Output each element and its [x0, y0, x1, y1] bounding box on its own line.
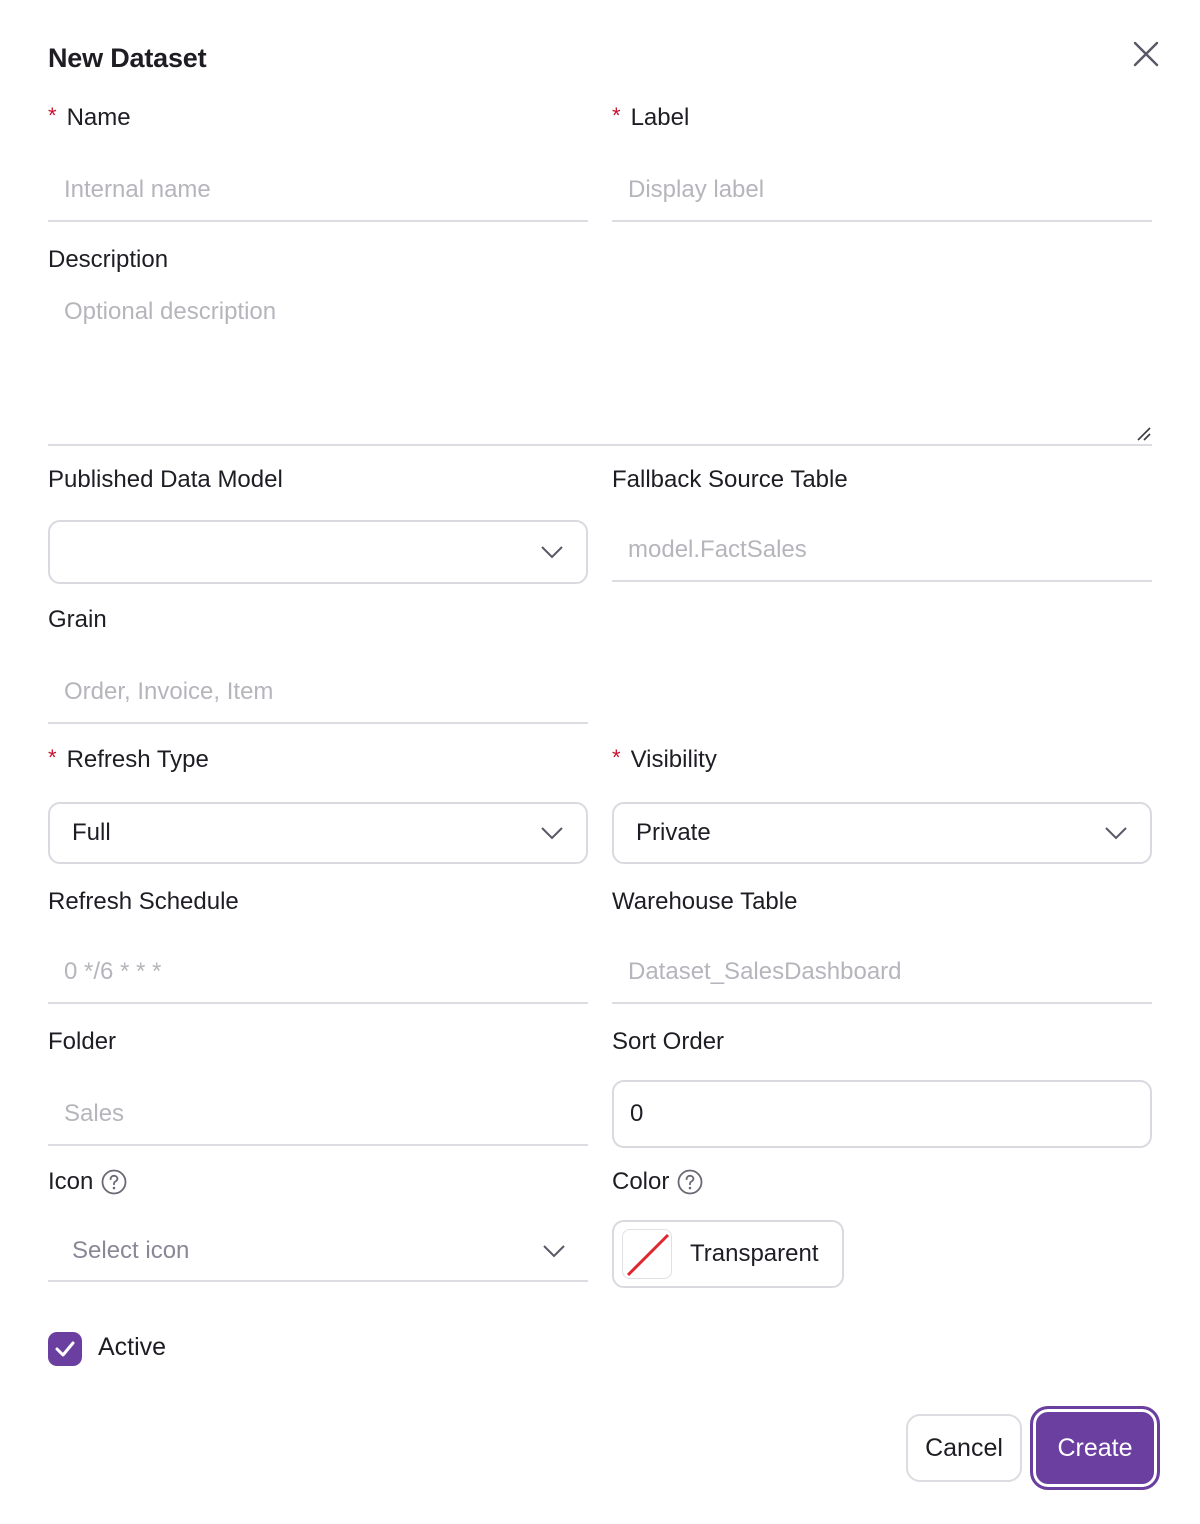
close-icon [1133, 41, 1159, 67]
grain-label: Grain [48, 606, 107, 633]
cancel-button[interactable]: Cancel [906, 1414, 1022, 1482]
sort-order-input[interactable]: 0 [612, 1080, 1152, 1148]
label-input[interactable] [612, 160, 1152, 222]
visibility-label-text: Visibility [630, 746, 717, 773]
name-field-label: * Name [48, 103, 131, 132]
published-data-model-label: Published Data Model [48, 466, 283, 493]
dialog-title: New Dataset [48, 43, 207, 73]
chevron-down-icon [541, 827, 563, 840]
refresh-type-label: * Refresh Type [48, 745, 209, 774]
sort-order-value: 0 [630, 1100, 644, 1127]
label-label-text: Label [630, 104, 690, 131]
required-mark: * [612, 103, 621, 128]
visibility-select[interactable]: Private [612, 802, 1152, 864]
published-data-model-select[interactable] [48, 520, 588, 584]
name-input[interactable] [48, 160, 588, 222]
color-label-text: Color [612, 1168, 670, 1195]
icon-select-placeholder: Select icon [72, 1237, 190, 1264]
visibility-label: * Visibility [612, 745, 717, 774]
color-field-label: Color [612, 1168, 703, 1196]
question-circle-icon[interactable] [101, 1169, 127, 1195]
name-label-text: Name [66, 104, 131, 131]
required-mark: * [48, 103, 57, 128]
fallback-source-table-label: Fallback Source Table [612, 466, 848, 493]
description-label: Description [48, 246, 169, 273]
required-mark: * [48, 745, 57, 770]
refresh-type-select[interactable]: Full [48, 802, 588, 864]
icon-select[interactable]: Select icon [48, 1222, 588, 1282]
question-circle-icon[interactable] [677, 1169, 703, 1195]
transparent-swatch-icon [622, 1229, 672, 1279]
color-value: Transparent [690, 1240, 819, 1267]
folder-input[interactable] [48, 1084, 588, 1146]
warehouse-table-label: Warehouse Table [612, 888, 798, 915]
icon-label-text: Icon [48, 1168, 94, 1195]
color-picker-button[interactable]: Transparent [612, 1220, 844, 1288]
cancel-button-label: Cancel [925, 1433, 1003, 1462]
chevron-down-icon [1105, 827, 1127, 840]
refresh-type-label-text: Refresh Type [66, 746, 209, 773]
icon-field-label: Icon [48, 1168, 127, 1196]
chevron-down-icon [543, 1245, 565, 1258]
active-label[interactable]: Active [98, 1333, 166, 1362]
active-checkbox[interactable] [48, 1332, 82, 1366]
close-button[interactable] [1128, 36, 1164, 72]
new-dataset-dialog: New Dataset * Name * Label Description P… [0, 0, 1200, 1524]
sort-order-label: Sort Order [612, 1028, 725, 1055]
grain-input[interactable] [48, 662, 588, 724]
warehouse-table-input[interactable] [612, 942, 1152, 1004]
create-button-label: Create [1057, 1433, 1133, 1462]
checkmark-icon [55, 1341, 75, 1357]
chevron-down-icon [541, 546, 563, 559]
refresh-type-value: Full [72, 819, 111, 846]
refresh-schedule-label: Refresh Schedule [48, 888, 239, 915]
resize-handle-icon[interactable] [1134, 424, 1152, 442]
folder-label: Folder [48, 1028, 117, 1055]
create-button[interactable]: Create [1030, 1406, 1160, 1490]
fallback-source-table-input[interactable] [612, 520, 1152, 582]
label-field-label: * Label [612, 103, 690, 132]
description-textarea[interactable] [48, 284, 1152, 446]
required-mark: * [612, 745, 621, 770]
refresh-schedule-input[interactable] [48, 942, 588, 1004]
visibility-value: Private [636, 819, 711, 846]
